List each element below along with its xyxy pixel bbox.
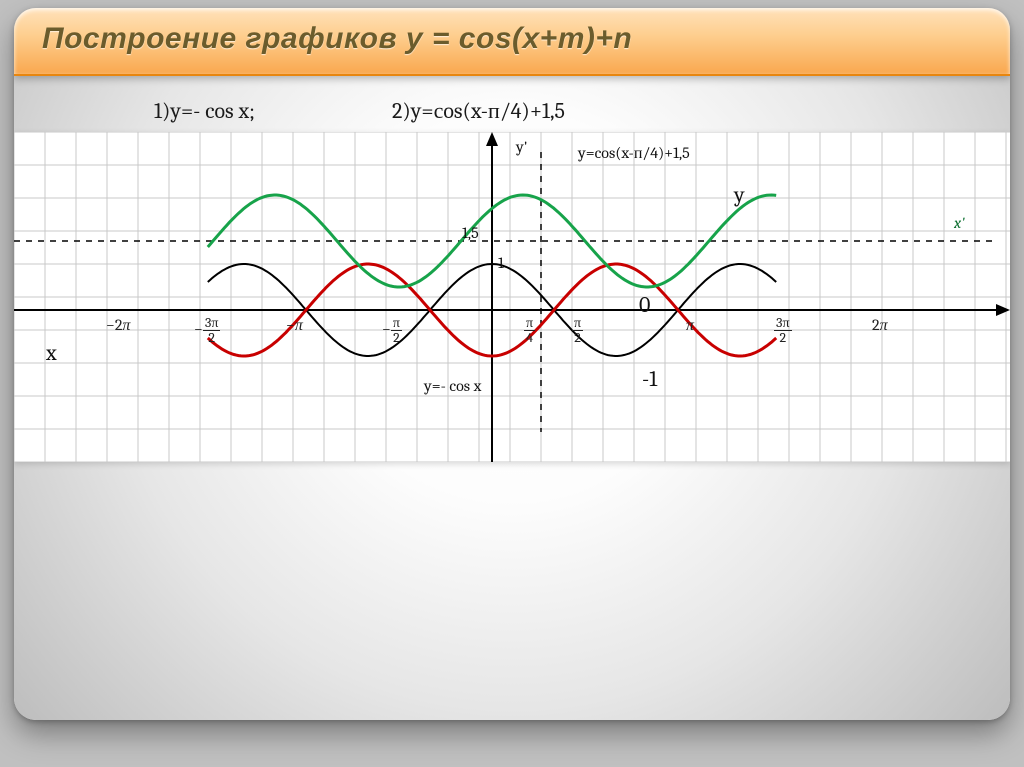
title-bar: Построение графиков y = cos(x+m)+n xyxy=(14,8,1010,76)
annotation-red: y=- cos x xyxy=(424,377,481,395)
annotation-green: y=cos(x-п/4)+1,5 xyxy=(578,144,690,163)
axis-xprime: x' xyxy=(954,214,965,232)
tick-pi4: π4 xyxy=(524,316,535,345)
tick--pi2: −π2 xyxy=(382,316,402,345)
grid-lines xyxy=(14,132,1010,462)
tick--pi: −π xyxy=(286,316,303,335)
y-axis-arrow xyxy=(486,132,498,146)
axis-y-overlay: y xyxy=(734,182,745,208)
formula-2: 2)y=сos(x-п/4)+1,5 xyxy=(392,98,565,124)
slide-title: Построение графиков y = cos(x+m)+n xyxy=(14,8,1010,56)
x-axis-arrow xyxy=(996,304,1010,316)
tick--2pi: −2π xyxy=(106,316,130,335)
axis-yprime: y' xyxy=(516,138,528,156)
tick-3pi2: 3π2 xyxy=(774,316,792,345)
cosine-chart xyxy=(14,132,1010,462)
tick-zero: 0 xyxy=(639,292,650,318)
chart-panel: y=cos(x-п/4)+1,5 y x' y' 0 x -1 y=- cos … xyxy=(14,132,1010,462)
tick-pi2: π2 xyxy=(572,316,583,345)
axis-x-overlay: x xyxy=(46,340,57,366)
tick-pi: π xyxy=(686,316,694,335)
tick-1: 1 xyxy=(498,254,504,272)
tick-2pi: 2π xyxy=(872,316,888,335)
tick--3pi2: −3π2 xyxy=(194,316,220,345)
tick-minus1: -1 xyxy=(642,366,657,392)
tick-1-5: 1,5 xyxy=(462,224,479,242)
formula-1: 1)y=- cos x; xyxy=(154,98,255,124)
